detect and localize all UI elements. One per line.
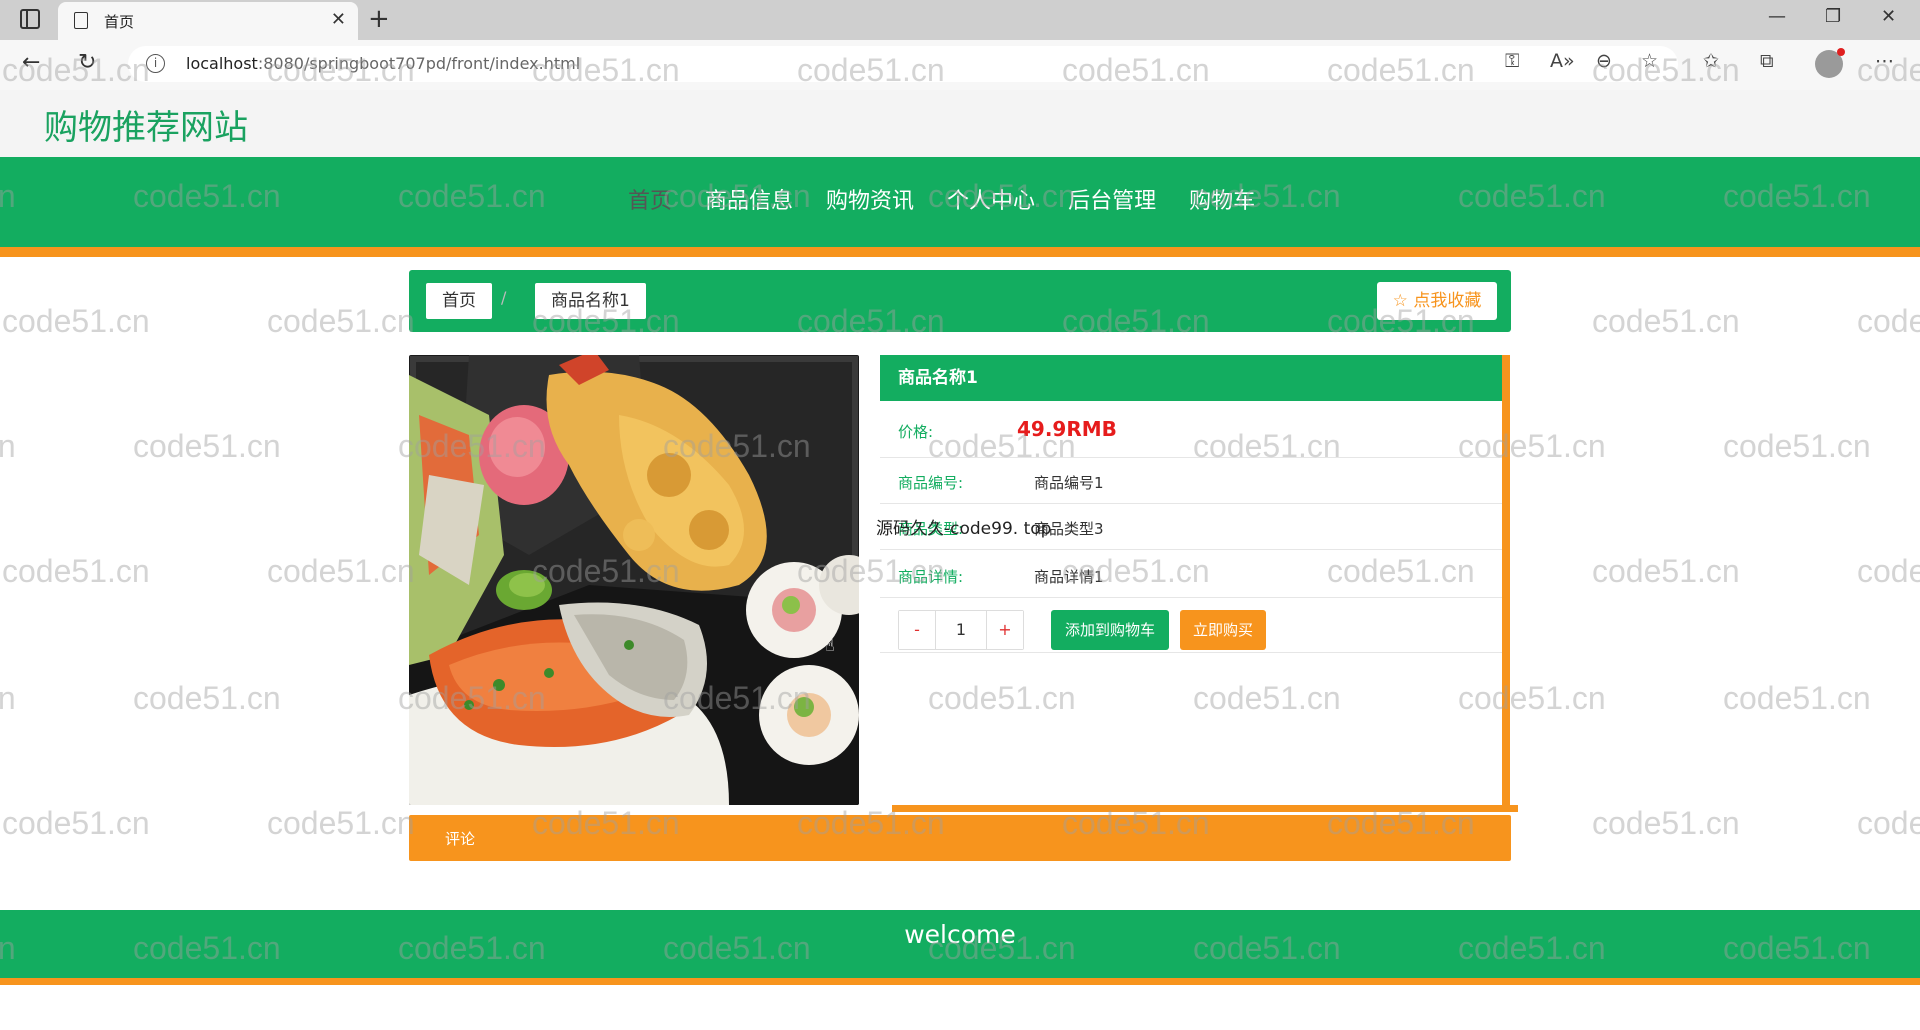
favorite-star-icon[interactable]: ☆ xyxy=(1641,50,1658,72)
watermark-text: code51.cn xyxy=(267,303,415,339)
new-tab-icon[interactable]: + xyxy=(368,4,390,34)
watermark-text: code51.cn xyxy=(1723,428,1871,464)
field-label: 商品编号: xyxy=(898,474,964,492)
main-nav: 首页 商品信息 购物资讯 个人中心 后台管理 购物车 xyxy=(628,183,1288,215)
detail-row-desc: 商品详情: 商品详情1 xyxy=(880,550,1502,598)
quantity-minus-button[interactable]: - xyxy=(899,611,935,649)
nav-item-news[interactable]: 购物资讯 xyxy=(826,183,914,215)
product-name-header: 商品名称1 xyxy=(880,355,1502,401)
site-header: 购物推荐网站 xyxy=(0,90,1920,157)
detail-accent-bottom xyxy=(892,805,1518,812)
nav-item-products[interactable]: 商品信息 xyxy=(705,183,793,215)
breadcrumb-current[interactable]: 商品名称1 xyxy=(535,283,646,319)
site-title: 购物推荐网站 xyxy=(44,108,248,148)
back-arrow-icon[interactable]: ← xyxy=(22,50,40,75)
add-to-cart-button[interactable]: 添加到购物车 xyxy=(1051,610,1169,650)
sidebar-toggle-icon[interactable] xyxy=(20,9,40,29)
field-value: 商品详情1 xyxy=(1034,568,1104,586)
comment-section-bar: 评论 xyxy=(409,815,1511,861)
nav-accent-stripe xyxy=(0,247,1920,257)
overlay-watermark-text: 源码久久-code99. top xyxy=(876,519,1052,539)
reload-icon[interactable]: ↻ xyxy=(78,50,96,75)
quantity-plus-button[interactable]: + xyxy=(987,611,1023,649)
browser-tab-bar: 首页 ✕ + — ❐ ✕ xyxy=(0,0,1920,40)
field-value: 商品编号1 xyxy=(1034,474,1104,492)
price-label: 价格: xyxy=(898,423,934,441)
detail-row-code: 商品编号: 商品编号1 xyxy=(880,458,1502,504)
watermark-text: code51.cn xyxy=(133,428,281,464)
watermark-text: code51.cn xyxy=(1857,553,1920,589)
watermark-text: code51.cn xyxy=(1592,553,1740,589)
watermark-text: code51.cn xyxy=(267,553,415,589)
zoom-out-icon[interactable]: ⊖ xyxy=(1596,50,1612,72)
watermark-text: code51.cn xyxy=(2,303,150,339)
watermark-text: code51.cn xyxy=(267,805,415,841)
quantity-stepper: - 1 + xyxy=(898,610,1024,650)
close-window-icon[interactable]: ✕ xyxy=(1881,6,1896,27)
price-row: 价格: 49.9RMB xyxy=(880,401,1502,458)
favorite-button[interactable]: ☆ 点我收藏 xyxy=(1377,282,1497,320)
breadcrumb: 首页 / 商品名称1 ☆ 点我收藏 xyxy=(409,270,1511,332)
nav-item-cart[interactable]: 购物车 xyxy=(1189,183,1255,215)
field-label: 商品详情: xyxy=(898,568,964,586)
url-field[interactable]: i localhost:8080/springboot707pd/front/i… xyxy=(128,46,1678,82)
watermark-text: code51.cn xyxy=(2,553,150,589)
tab-title: 首页 xyxy=(104,13,135,31)
price-value: 49.9RMB xyxy=(1017,417,1117,441)
url-text: localhost:8080/springboot707pd/front/ind… xyxy=(186,54,581,73)
browser-address-bar: ← ↻ i localhost:8080/springboot707pd/fro… xyxy=(0,40,1920,90)
favorites-list-icon[interactable]: ✩ xyxy=(1703,50,1719,72)
key-icon[interactable]: ⚿ xyxy=(1505,50,1519,72)
footer-welcome-text: welcome xyxy=(904,920,1016,949)
product-image xyxy=(409,355,859,805)
restore-icon[interactable]: ❐ xyxy=(1825,6,1841,27)
watermark-text: code51.cn xyxy=(1592,805,1740,841)
purchase-row: - 1 + 添加到购物车 立即购买 xyxy=(880,598,1502,653)
product-photo-bento xyxy=(409,355,859,805)
quantity-input[interactable]: 1 xyxy=(935,611,987,649)
minimize-icon[interactable]: — xyxy=(1768,6,1786,27)
close-tab-icon[interactable]: ✕ xyxy=(331,9,346,30)
footer-accent-stripe xyxy=(0,978,1920,985)
mouse-cursor-icon: ☝ xyxy=(825,636,835,655)
watermark-text: code51.cn xyxy=(1857,303,1920,339)
footer: welcome xyxy=(0,910,1920,978)
more-options-icon[interactable]: ⋯ xyxy=(1875,50,1894,72)
breadcrumb-separator: / xyxy=(501,288,507,307)
nav-item-profile[interactable]: 个人中心 xyxy=(947,183,1035,215)
product-detail-panel: 商品名称1 价格: 49.9RMB 商品编号: 商品编号1 商品类型: 商品类型… xyxy=(880,355,1510,805)
site-info-icon[interactable]: i xyxy=(146,54,165,73)
nav-item-home[interactable]: 首页 xyxy=(628,183,672,215)
main-nav-band: 首页 商品信息 购物资讯 个人中心 后台管理 购物车 xyxy=(0,157,1920,247)
buy-now-button[interactable]: 立即购买 xyxy=(1180,610,1266,650)
browser-tab-active[interactable]: 首页 ✕ xyxy=(58,2,358,40)
watermark-text: code51.cn xyxy=(1857,805,1920,841)
page-icon xyxy=(74,12,88,29)
watermark-text: code51.cn xyxy=(133,680,281,716)
read-aloud-icon[interactable]: A» xyxy=(1550,50,1575,72)
comment-label[interactable]: 评论 xyxy=(445,828,475,849)
watermark-text: code51.cn xyxy=(2,805,150,841)
watermark-text: code51.cn xyxy=(0,428,16,464)
watermark-text: code51.cn xyxy=(0,680,16,716)
watermark-text: code51.cn xyxy=(1723,680,1871,716)
watermark-text: code51.cn xyxy=(1592,303,1740,339)
collections-icon[interactable]: ⧉ xyxy=(1760,50,1774,72)
nav-item-admin[interactable]: 后台管理 xyxy=(1068,183,1156,215)
profile-avatar[interactable] xyxy=(1815,48,1845,78)
breadcrumb-home[interactable]: 首页 xyxy=(426,283,492,319)
